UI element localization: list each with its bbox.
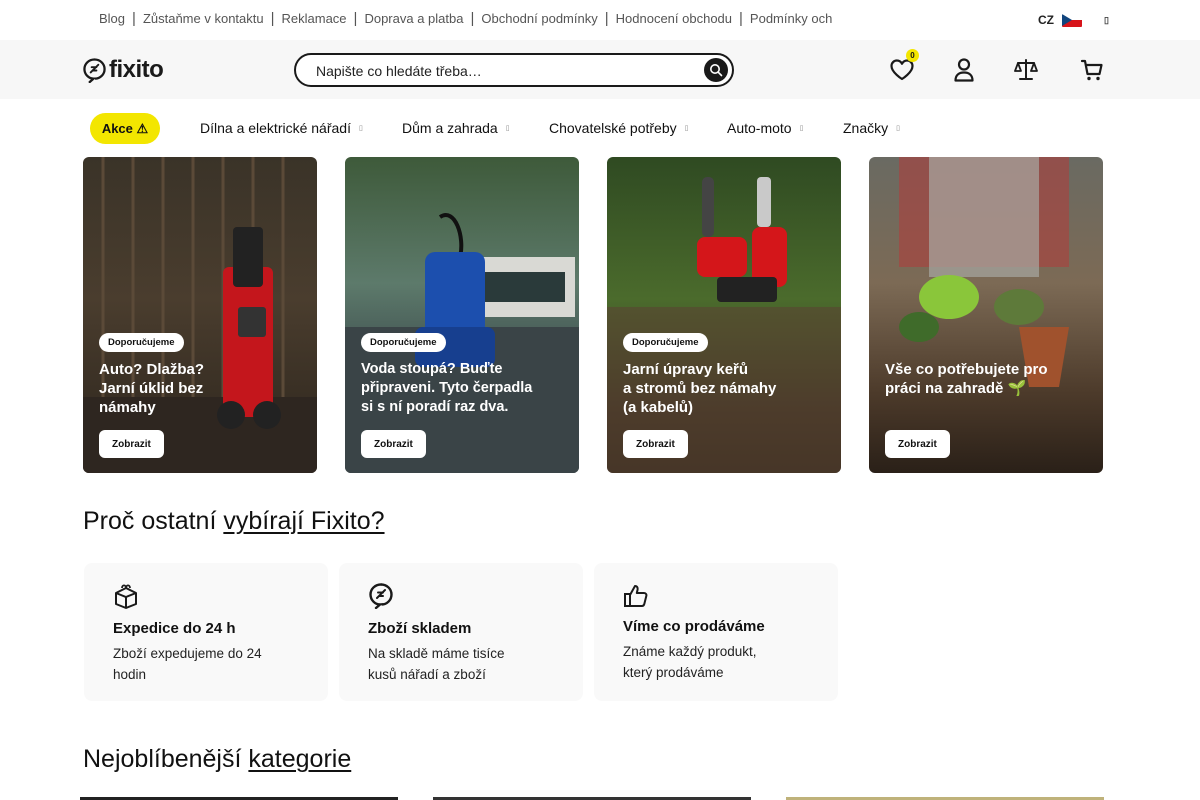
cart-icon bbox=[1080, 59, 1103, 81]
chevron-down-icon: ▯ bbox=[505, 125, 510, 132]
top-link-shipping[interactable]: Doprava a platba bbox=[364, 11, 463, 26]
banner-show-button[interactable]: Zobrazit bbox=[885, 430, 950, 458]
chevron-down-icon: ▯ bbox=[684, 125, 689, 132]
top-link-complaints[interactable]: Reklamace bbox=[282, 11, 347, 26]
search-icon bbox=[710, 64, 723, 77]
fixito-logo-icon bbox=[83, 57, 106, 83]
nav-item-auto-moto[interactable]: Auto-moto ▯ bbox=[727, 120, 803, 136]
chevron-down-icon: ▯ bbox=[358, 125, 363, 132]
banner-show-button[interactable]: Zobrazit bbox=[361, 430, 426, 458]
separator: | bbox=[739, 10, 743, 27]
banner-title: Voda stoupá? Buďte připraveni. Tyto čerp… bbox=[361, 361, 533, 415]
nav-item-workshop[interactable]: Dílna a elektrické nářadí ▯ bbox=[200, 120, 363, 136]
categories-section-title: Nejoblíbenější kategorie bbox=[83, 745, 351, 774]
czech-flag-icon bbox=[1062, 13, 1082, 27]
user-icon bbox=[954, 58, 974, 82]
language-selector[interactable]: CZ ▯ bbox=[1038, 13, 1109, 27]
site-logo[interactable]: fixito bbox=[83, 56, 164, 84]
logo-text: fixito bbox=[109, 56, 164, 83]
banner-image bbox=[345, 213, 579, 473]
search-bar bbox=[294, 53, 734, 87]
thumbs-up-icon bbox=[624, 585, 648, 607]
account-button[interactable] bbox=[950, 56, 978, 84]
box-icon bbox=[115, 584, 137, 609]
categories-title-link[interactable]: kategorie bbox=[248, 745, 351, 773]
separator: | bbox=[353, 10, 358, 27]
card-description: Na skladě máme tisíce kusů nářadí a zbož… bbox=[368, 646, 505, 682]
banner-image bbox=[83, 157, 317, 473]
top-utility-bar: Blog | Zůstaňme v kontaktu | Reklamace |… bbox=[0, 0, 1200, 40]
top-links: Blog | Zůstaňme v kontaktu | Reklamace |… bbox=[99, 11, 832, 26]
separator: | bbox=[270, 10, 275, 27]
top-link-reviews[interactable]: Hodnocení obchodu bbox=[616, 11, 732, 26]
language-code: CZ bbox=[1038, 13, 1054, 27]
separator: | bbox=[604, 10, 609, 27]
promo-banner-pressure-washer[interactable]: Doporučujeme Auto? Dlažba? Jarní úklid b… bbox=[83, 157, 317, 473]
chevron-down-icon: ▯ bbox=[1104, 14, 1109, 25]
top-link-blog[interactable]: Blog bbox=[99, 11, 125, 26]
recommended-tag: Doporučujeme bbox=[99, 333, 184, 352]
card-description: Známe každý produkt, který prodáváme bbox=[623, 644, 757, 680]
search-input[interactable] bbox=[316, 61, 676, 81]
recommended-tag: Doporučujeme bbox=[361, 333, 446, 352]
nav-item-label: Auto-moto bbox=[727, 120, 792, 136]
promo-banner-water-pump[interactable]: Doporučujeme Voda stoupá? Buďte připrave… bbox=[345, 157, 579, 473]
main-navigation: Akce ⚠ Dílna a elektrické nářadí ▯ Dům a … bbox=[0, 99, 1200, 157]
banner-image bbox=[607, 177, 841, 473]
title-text: Nejoblíbenější bbox=[83, 745, 249, 773]
separator: | bbox=[132, 10, 136, 27]
card-title: Expedice do 24 h bbox=[113, 620, 236, 637]
site-header: fixito bbox=[0, 40, 1200, 99]
feature-card-shipping: Expedice do 24 h Zboží expedujeme do 24 … bbox=[84, 563, 328, 701]
recommended-tag: Doporučujeme bbox=[623, 333, 708, 352]
nav-item-label: Značky bbox=[843, 120, 889, 136]
scales-icon bbox=[1014, 59, 1038, 80]
feature-card-stock: Zboží skladem Na skladě máme tisíce kusů… bbox=[339, 563, 583, 701]
promo-banner-chainsaw[interactable]: Doporučujeme Jarní úpravy keřů a stromů … bbox=[607, 157, 841, 473]
why-title-link[interactable]: vybírají Fixito? bbox=[223, 507, 384, 535]
top-link-terms[interactable]: Obchodní podmínky bbox=[481, 11, 597, 26]
banner-show-button[interactable]: Zobrazit bbox=[623, 430, 688, 458]
fixito-mark-icon bbox=[369, 583, 393, 609]
nav-item-home-garden[interactable]: Dům a zahrada ▯ bbox=[402, 120, 510, 136]
card-title: Víme co prodáváme bbox=[623, 618, 765, 635]
search-button[interactable] bbox=[704, 58, 728, 82]
nav-item-pets[interactable]: Chovatelské potřeby ▯ bbox=[549, 120, 689, 136]
promo-banner-garden[interactable]: Vše co potřebujete pro práci na zahradě … bbox=[869, 157, 1103, 473]
why-section-title: Proč ostatní vybírají Fixito? bbox=[83, 507, 385, 536]
card-title: Zboží skladem bbox=[368, 620, 472, 637]
feature-card-expertise: Víme co prodáváme Známe každý produkt, k… bbox=[594, 563, 838, 701]
title-text: Proč ostatní bbox=[83, 507, 224, 535]
cart-button[interactable] bbox=[1078, 56, 1106, 84]
nav-item-label: Dům a zahrada bbox=[402, 120, 498, 136]
banner-image bbox=[899, 157, 1069, 387]
wishlist-count-badge: 0 bbox=[906, 49, 919, 62]
nav-item-brands[interactable]: Značky ▯ bbox=[843, 120, 900, 136]
nav-item-label: Chovatelské potřeby bbox=[549, 120, 677, 136]
chevron-down-icon: ▯ bbox=[896, 125, 900, 132]
top-link-contact[interactable]: Zůstaňme v kontaktu bbox=[143, 11, 264, 26]
banner-show-button[interactable]: Zobrazit bbox=[99, 430, 164, 458]
banner-title: Auto? Dlažba? Jarní úklid bez námahy bbox=[99, 361, 204, 416]
banner-title: Jarní úpravy keřů a stromů bez námahy (a… bbox=[623, 361, 777, 416]
separator: | bbox=[470, 10, 475, 27]
banner-title: Vše co potřebujete pro práci na zahradě … bbox=[885, 361, 1048, 397]
chevron-down-icon: ▯ bbox=[799, 125, 804, 132]
top-link-privacy[interactable]: Podmínky och bbox=[750, 11, 832, 26]
nav-item-label: Dílna a elektrické nářadí bbox=[200, 120, 351, 136]
compare-button[interactable] bbox=[1012, 56, 1040, 84]
nav-akce-button[interactable]: Akce ⚠ bbox=[90, 113, 160, 144]
card-description: Zboží expedujeme do 24 hodin bbox=[113, 646, 262, 682]
